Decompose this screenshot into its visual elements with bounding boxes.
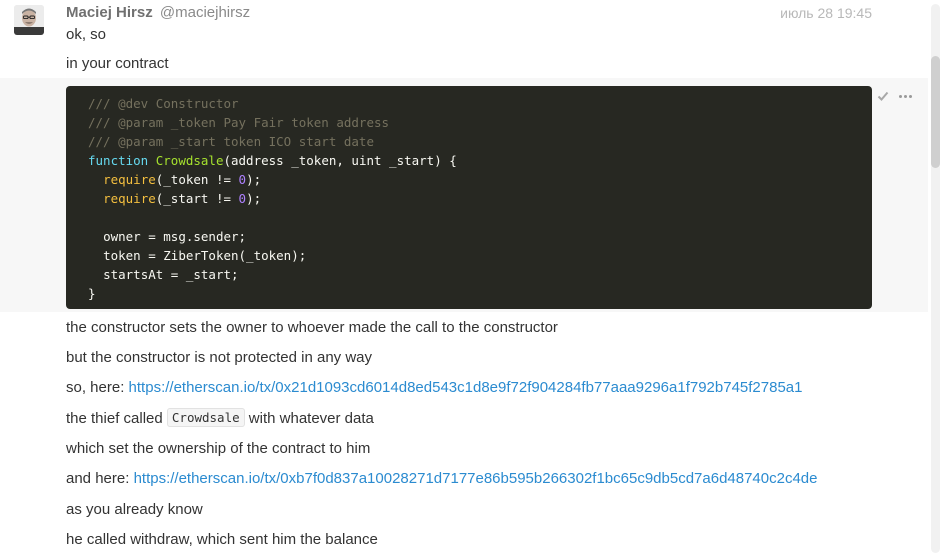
message-line: so, here: https://etherscan.io/tx/0x21d1… <box>66 379 802 397</box>
chat-message-list: Maciej Hirsz @maciejhirsz июль 28 19:45 … <box>0 0 928 557</box>
message-header: Maciej Hirsz @maciejhirsz июль 28 19:45 <box>0 0 928 48</box>
code-builtin: require <box>103 191 156 206</box>
code-text: (_token != <box>155 172 239 187</box>
code-text: startsAt = _start; <box>103 267 239 282</box>
message-line: as you already know <box>66 501 203 518</box>
message-line: ok, so <box>66 26 107 43</box>
line-text: the thief called <box>66 410 167 427</box>
code-text: } <box>88 286 96 301</box>
code-block: /// @dev Constructor /// @param _token P… <box>66 86 872 309</box>
message-line: and here: https://etherscan.io/tx/0xb7f0… <box>66 470 818 488</box>
message-line: the constructor sets the owner to whoeve… <box>66 319 558 336</box>
code-function-name: Crowdsale <box>155 153 224 168</box>
check-icon[interactable] <box>877 90 889 102</box>
line-text: with whatever data <box>244 410 374 427</box>
message-line: which set the ownership of the contract … <box>66 440 371 457</box>
message-actions <box>877 90 912 102</box>
author-display-name[interactable]: Maciej Hirsz <box>66 4 153 21</box>
avatar[interactable] <box>14 5 44 35</box>
code-comment: /// @param _token Pay Fair token address <box>88 115 390 130</box>
user-avatar-icon <box>14 5 44 35</box>
code-comment: /// @param _start token ICO start date <box>88 134 374 149</box>
code-text: token = ZiberToken(_token); <box>103 248 307 263</box>
message-line: he called withdraw, which sent him the b… <box>66 531 378 548</box>
message-line: in your contract <box>66 55 169 72</box>
code-text: ); <box>246 191 262 206</box>
code-text: ); <box>246 172 262 187</box>
etherscan-link[interactable]: https://etherscan.io/tx/0xb7f0d837a10028… <box>134 470 818 487</box>
code-builtin: require <box>103 172 156 187</box>
message-line: but the constructor is not protected in … <box>66 349 372 366</box>
code-text: (address _token, uint _start) { <box>223 153 457 168</box>
message-line: the thief called Crowdsale with whatever… <box>66 408 374 428</box>
scrollbar-thumb[interactable] <box>931 56 940 168</box>
scrollbar[interactable] <box>928 0 943 557</box>
code-content: /// @dev Constructor /// @param _token P… <box>88 94 850 303</box>
code-text: (_start != <box>155 191 239 206</box>
etherscan-link[interactable]: https://etherscan.io/tx/0x21d1093cd6014d… <box>129 379 803 396</box>
line-text: so, here: <box>66 379 129 396</box>
author-handle[interactable]: @maciejhirsz <box>160 4 250 21</box>
line-text: and here: <box>66 470 134 487</box>
code-number: 0 <box>238 172 247 187</box>
code-keyword: function <box>88 153 149 168</box>
author-name[interactable]: Maciej Hirsz @maciejhirsz <box>66 4 250 22</box>
code-number: 0 <box>238 191 247 206</box>
inline-code: Crowdsale <box>166 408 245 427</box>
code-text: owner = msg.sender; <box>103 229 247 244</box>
more-icon[interactable] <box>899 94 912 98</box>
code-comment: /// @dev Constructor <box>88 96 239 111</box>
message-timestamp[interactable]: июль 28 19:45 <box>780 5 872 21</box>
